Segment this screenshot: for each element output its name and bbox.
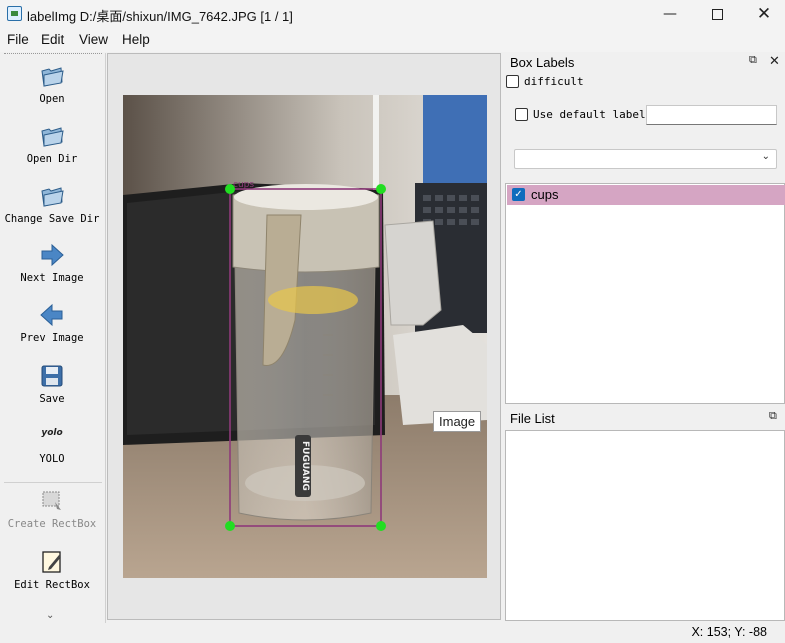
- arrow-right-icon: [41, 243, 64, 267]
- default-label-input[interactable]: [646, 105, 777, 125]
- open-dir-button[interactable]: Open Dir: [0, 123, 104, 165]
- open-label: Open: [39, 93, 65, 105]
- menu-file[interactable]: File: [7, 32, 29, 47]
- change-save-dir-icon: [41, 187, 64, 207]
- menu-view[interactable]: View: [79, 32, 108, 47]
- save-button[interactable]: Save: [0, 363, 104, 405]
- next-image-label: Next Image: [20, 272, 84, 284]
- arrow-left-icon: [40, 303, 63, 327]
- save-label: Save: [39, 393, 65, 405]
- box-handle-bottom-left[interactable]: [225, 521, 235, 531]
- image-tooltip: Image: [433, 411, 482, 432]
- open-folder-icon: [41, 67, 64, 87]
- box-handle-top-right[interactable]: [376, 184, 386, 194]
- open-dir-icon: [41, 127, 64, 147]
- change-save-dir-button[interactable]: Change Save Dir: [0, 183, 104, 225]
- toolbar: Open Open Dir Change Save Dir Next Image…: [0, 53, 106, 623]
- floppy-disk-icon: [41, 365, 63, 387]
- prev-image-label: Prev Image: [20, 332, 84, 344]
- label-list[interactable]: ✓ cups: [505, 183, 785, 404]
- difficult-label: difficult: [524, 75, 584, 88]
- file-list-title: File List: [510, 411, 555, 426]
- box-labels-title: Box Labels: [510, 55, 575, 70]
- create-rectbox-label: Create RectBox: [7, 518, 97, 530]
- yolo-format-icon: yolo: [41, 428, 63, 438]
- box-handle-top-left[interactable]: [225, 184, 235, 194]
- status-bar: X: 153; Y: -88: [0, 623, 785, 643]
- minimize-icon: —: [663, 6, 677, 22]
- box-handle-bottom-right[interactable]: [376, 521, 386, 531]
- close-icon: ✕: [756, 4, 772, 24]
- yolo-button[interactable]: yolo YOLO: [0, 425, 104, 465]
- bounding-box-label: cups: [233, 180, 254, 190]
- minimize-button[interactable]: —: [647, 0, 693, 28]
- menu-edit[interactable]: Edit: [41, 32, 64, 47]
- difficult-checkbox[interactable]: [506, 75, 519, 88]
- edit-rectbox-icon: [42, 551, 61, 573]
- maximize-icon: [711, 8, 723, 20]
- label-item-text: cups: [531, 187, 559, 202]
- close-button[interactable]: ✕: [741, 0, 785, 28]
- app-icon: [7, 6, 22, 21]
- toolbar-separator: [4, 482, 102, 483]
- annotated-photo[interactable]: FUGUANG cups: [123, 95, 487, 578]
- label-item-checkbox[interactable]: ✓: [512, 188, 525, 201]
- create-rectbox-button[interactable]: Create RectBox: [0, 488, 104, 530]
- photo-scene: FUGUANG cups: [123, 95, 487, 578]
- chevron-double-down-icon[interactable]: ⌄: [46, 610, 54, 621]
- create-rectbox-icon: [42, 491, 61, 510]
- close-panel-icon[interactable]: ✕: [769, 53, 780, 69]
- menu-help[interactable]: Help: [122, 32, 150, 47]
- maximize-button[interactable]: [694, 0, 740, 28]
- chevron-down-icon: ⌄: [761, 151, 770, 162]
- cursor-coordinates: X: 153; Y: -88: [691, 625, 767, 639]
- yolo-label: YOLO: [39, 453, 65, 465]
- change-save-dir-label: Change Save Dir: [4, 213, 100, 225]
- svg-text:FUGUANG: FUGUANG: [300, 441, 310, 491]
- float-panel-icon[interactable]: ⧉: [749, 54, 757, 67]
- edit-rectbox-button[interactable]: Edit RectBox: [0, 549, 104, 591]
- prev-image-button[interactable]: Prev Image: [0, 302, 104, 344]
- file-list[interactable]: [505, 430, 785, 621]
- window-title: labelImg D:/桌面/shixun/IMG_7642.JPG [1 / …: [27, 9, 293, 24]
- use-default-label-checkbox[interactable]: [515, 108, 528, 121]
- canvas-area[interactable]: FUGUANG cups: [107, 53, 501, 620]
- edit-rectbox-label: Edit RectBox: [14, 579, 90, 591]
- box-labels-title-bar: Box Labels ⧉ ✕: [505, 53, 785, 73]
- menu-bar: File Edit View Help: [0, 28, 785, 52]
- label-combo-box[interactable]: ⌄: [514, 149, 777, 169]
- open-dir-label: Open Dir: [26, 153, 78, 165]
- label-list-item[interactable]: ✓ cups: [507, 185, 785, 205]
- next-image-button[interactable]: Next Image: [0, 242, 104, 284]
- toolbar-grip[interactable]: [4, 53, 102, 54]
- use-default-label-text: Use default label: [533, 108, 646, 121]
- title-bar: labelImg D:/桌面/shixun/IMG_7642.JPG [1 / …: [0, 0, 785, 28]
- float-panel-icon[interactable]: ⧉: [769, 410, 777, 423]
- file-list-title-bar: File List ⧉: [505, 409, 785, 429]
- open-button[interactable]: Open: [0, 63, 104, 105]
